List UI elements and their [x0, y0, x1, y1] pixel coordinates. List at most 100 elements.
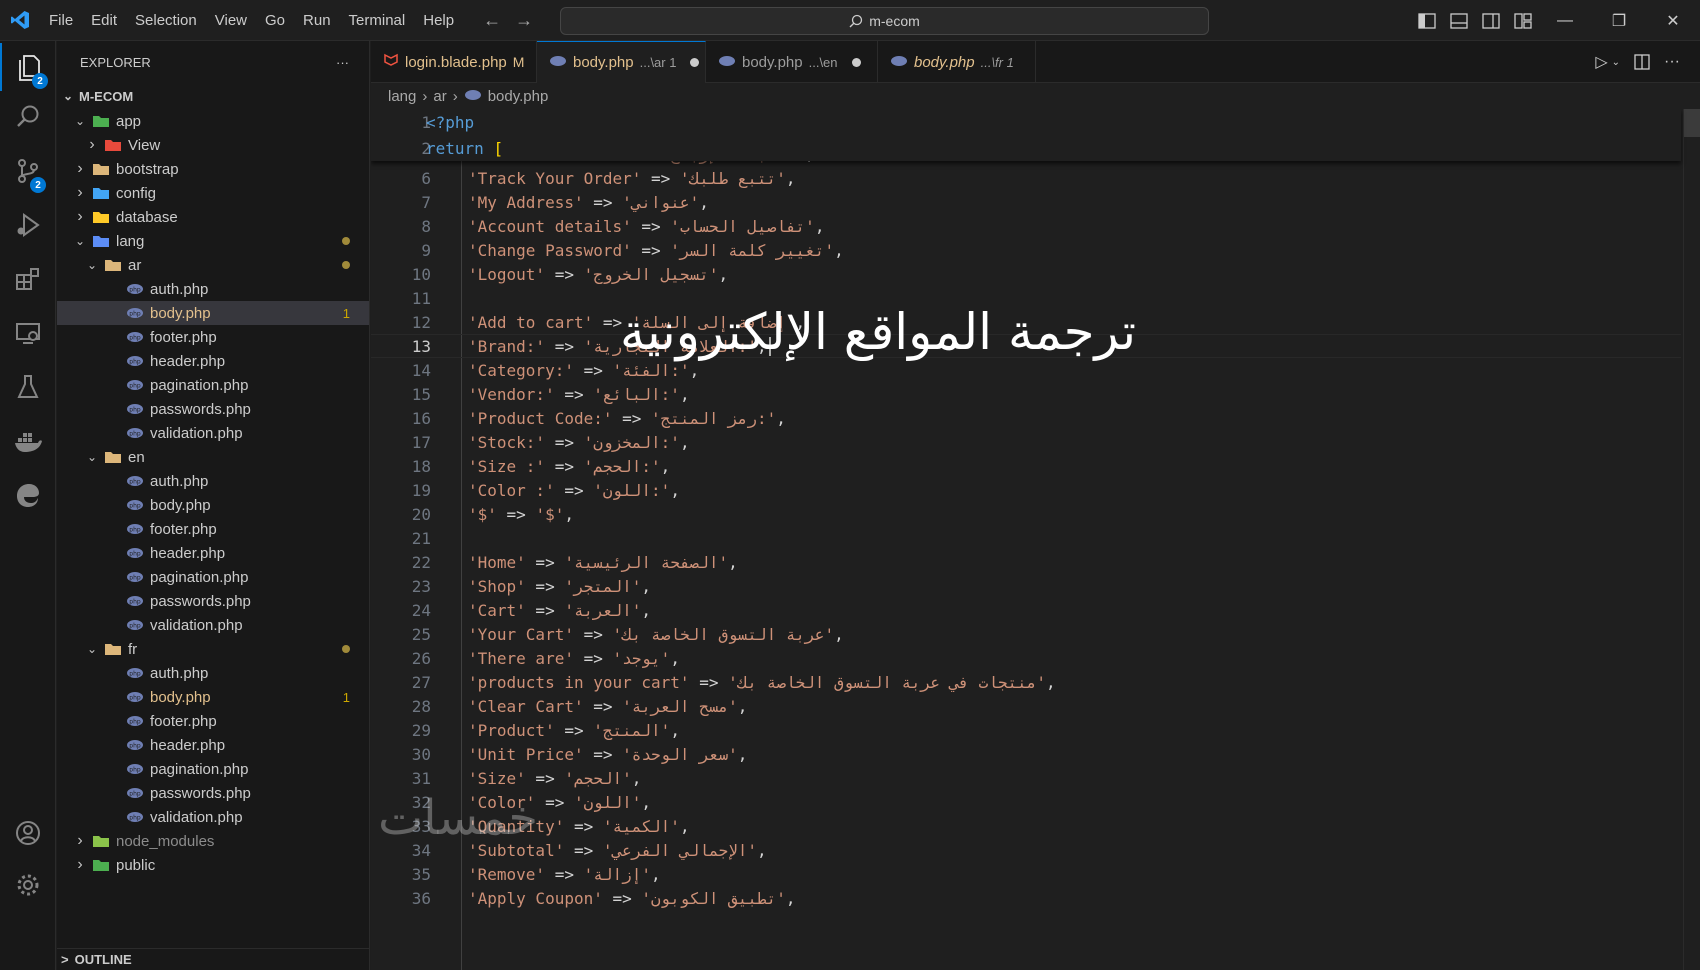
file-item[interactable]: php validation.php — [57, 421, 369, 445]
folder-item[interactable]: ⌄ lang — [57, 229, 369, 253]
file-item[interactable]: php header.php — [57, 733, 369, 757]
file-item[interactable]: php validation.php — [57, 805, 369, 829]
code-line[interactable]: 8 'Account details' => 'تفاصيل الحساب', — [371, 214, 1681, 238]
menu-help[interactable]: Help — [414, 0, 463, 41]
editor-scrollbar[interactable] — [1683, 109, 1700, 970]
code-line[interactable]: 2 return [ — [371, 135, 1681, 161]
menu-go[interactable]: Go — [256, 0, 294, 41]
file-item[interactable]: php pagination.php — [57, 565, 369, 589]
code-line[interactable]: 29 'Product' => 'المنتج', — [371, 718, 1681, 742]
folder-item[interactable]: ⌄ en — [57, 445, 369, 469]
file-item[interactable]: php auth.php — [57, 277, 369, 301]
testing-icon[interactable] — [0, 363, 56, 411]
menu-terminal[interactable]: Terminal — [340, 0, 415, 41]
folder-item[interactable]: ⌄ ar — [57, 253, 369, 277]
breadcrumb-item[interactable]: lang — [388, 88, 416, 105]
code-line[interactable]: 22 'Home' => 'الصفحة الرئيسية', — [371, 550, 1681, 574]
file-item[interactable]: php auth.php — [57, 661, 369, 685]
file-item[interactable]: php body.php 1 — [57, 301, 369, 325]
code-line[interactable]: 18 'Size :' => 'الحجم:', — [371, 454, 1681, 478]
code-line[interactable]: 34 'Subtotal' => 'الإجمالي الفرعي', — [371, 838, 1681, 862]
menu-run[interactable]: Run — [294, 0, 340, 41]
code-line[interactable]: 20 '$' => '$', — [371, 502, 1681, 526]
command-center-search[interactable]: m-ecom — [560, 7, 1209, 35]
menu-edit[interactable]: Edit — [82, 0, 126, 41]
code-line[interactable]: 19 'Color :' => 'اللون:', — [371, 478, 1681, 502]
split-editor-icon[interactable] — [1634, 54, 1650, 70]
code-line[interactable]: 7 'My Address' => 'عنواني', — [371, 190, 1681, 214]
code-line[interactable]: 6 'Track Your Order' => 'تتبع طلبك', — [371, 166, 1681, 190]
file-item[interactable]: php passwords.php — [57, 781, 369, 805]
toggle-primary-sidebar-icon[interactable] — [1418, 12, 1436, 29]
code-line[interactable]: 26 'There are' => 'يوجد', — [371, 646, 1681, 670]
code-line[interactable]: 27 'products in your cart' => 'منتجات في … — [371, 670, 1681, 694]
accounts-icon[interactable] — [0, 809, 56, 857]
extensions-icon[interactable] — [0, 255, 56, 303]
back-arrow-icon[interactable]: ← — [483, 10, 501, 31]
remote-explorer-icon[interactable] — [0, 309, 56, 357]
code-line[interactable]: 14 'Category:' => 'الفئة:', — [371, 358, 1681, 382]
folder-item[interactable]: › bootstrap — [57, 157, 369, 181]
file-item[interactable]: php pagination.php — [57, 757, 369, 781]
code-line[interactable]: 23 'Shop' => 'المتجر', — [371, 574, 1681, 598]
close-icon[interactable]: ✕ — [1646, 11, 1700, 31]
code-line[interactable]: 33 'Quantity' => 'الكمية', — [371, 814, 1681, 838]
file-item[interactable]: php header.php — [57, 349, 369, 373]
edge-devtools-icon[interactable] — [0, 471, 56, 519]
code-line[interactable]: 10 'Logout' => 'تسجيل الخروج', — [371, 262, 1681, 286]
file-item[interactable]: php passwords.php — [57, 589, 369, 613]
folder-item[interactable]: ⌄ app — [57, 109, 369, 133]
chevron-down-icon[interactable]: ⌄ — [1612, 57, 1620, 68]
folder-item[interactable]: › public — [57, 853, 369, 877]
editor-tab[interactable]: body.php ...\ar 1 — [537, 41, 706, 83]
search-icon[interactable] — [0, 93, 56, 141]
outline-section[interactable]: > OUTLINE — [57, 948, 369, 970]
restore-icon[interactable]: ❐ — [1592, 11, 1646, 31]
file-item[interactable]: php footer.php — [57, 517, 369, 541]
unsaved-dot-icon[interactable] — [690, 58, 700, 67]
code-line[interactable]: 28 'Clear Cart' => 'مسح العربة', — [371, 694, 1681, 718]
folder-item[interactable]: › database — [57, 205, 369, 229]
code-line[interactable]: 31 'Size' => 'الحجم', — [371, 766, 1681, 790]
run-debug-icon[interactable] — [0, 201, 56, 249]
forward-arrow-icon[interactable]: → — [515, 10, 533, 31]
menu-selection[interactable]: Selection — [126, 0, 206, 41]
customize-layout-icon[interactable] — [1514, 12, 1532, 29]
code-editor[interactable]: 5'Return Orders:' => 'طلبات الإرجاع:',6'… — [371, 109, 1700, 970]
explorer-icon[interactable]: 2 — [0, 43, 56, 91]
unsaved-dot-icon[interactable] — [851, 57, 861, 67]
minimize-icon[interactable]: — — [1538, 12, 1592, 30]
code-line[interactable]: 32 'Color' => 'اللون', — [371, 790, 1681, 814]
file-item[interactable]: php body.php 1 — [57, 685, 369, 709]
scrollbar-thumb[interactable] — [1684, 109, 1700, 137]
file-item[interactable]: php header.php — [57, 541, 369, 565]
code-line[interactable]: 21 — [371, 526, 1681, 550]
code-line[interactable]: 15 'Vendor:' => 'البائع:', — [371, 382, 1681, 406]
run-file-icon[interactable]: ▷ — [1595, 52, 1607, 72]
code-line[interactable]: 24 'Cart' => 'العربة', — [371, 598, 1681, 622]
docker-icon[interactable] — [0, 417, 56, 465]
more-actions-icon[interactable]: ··· — [1664, 53, 1680, 71]
code-line[interactable]: 17 'Stock:' => 'المخزون:', — [371, 430, 1681, 454]
file-item[interactable]: php footer.php — [57, 709, 369, 733]
editor-tab[interactable]: body.php ...\fr 1 — [878, 41, 1036, 83]
manage-gear-icon[interactable] — [0, 861, 56, 909]
code-line[interactable]: 36 'Apply Coupon' => 'تطبيق الكوبون', — [371, 886, 1681, 910]
code-line[interactable]: 30 'Unit Price' => 'سعر الوحدة', — [371, 742, 1681, 766]
file-item[interactable]: php body.php — [57, 493, 369, 517]
file-item[interactable]: php auth.php — [57, 469, 369, 493]
code-line[interactable]: 9 'Change Password' => 'تغيير كلمة السر', — [371, 238, 1681, 262]
editor-tab[interactable]: body.php ...\en — [706, 41, 878, 83]
toggle-panel-icon[interactable] — [1450, 12, 1468, 29]
file-item[interactable]: php pagination.php — [57, 373, 369, 397]
code-line[interactable]: 1 <?php — [371, 109, 1681, 135]
code-line[interactable]: 16 'Product Code:' => 'رمز المنتج:', — [371, 406, 1681, 430]
editor-tab[interactable]: login.blade.php M — [371, 41, 537, 83]
folder-item[interactable]: › View — [57, 133, 369, 157]
tree-root-m-ecom[interactable]: ⌄ M-ECOM — [57, 83, 369, 109]
menu-view[interactable]: View — [206, 0, 256, 41]
breadcrumb-item[interactable]: ar — [433, 88, 446, 105]
folder-item[interactable]: › config — [57, 181, 369, 205]
source-control-icon[interactable]: 2 — [0, 147, 56, 195]
menu-file[interactable]: File — [40, 0, 82, 41]
